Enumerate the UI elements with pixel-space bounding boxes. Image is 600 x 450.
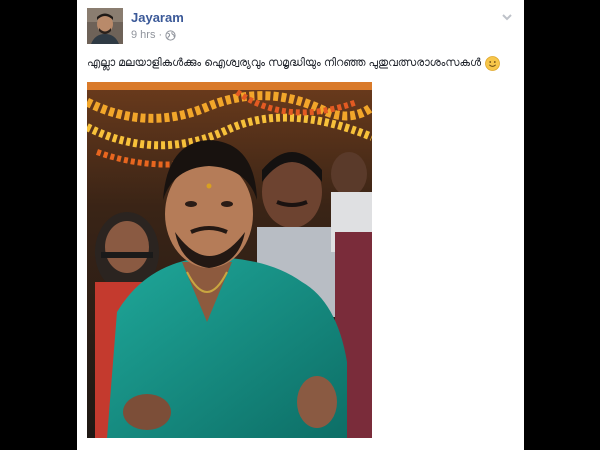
- globe-icon[interactable]: [165, 29, 176, 41]
- post-message: എല്ലാ മലയാളികൾക്കും ഐശ്വര്യവും സമൃദ്ധിയു…: [87, 57, 481, 69]
- meta-separator: ·: [158, 29, 163, 41]
- author-name-link[interactable]: Jayaram: [131, 10, 184, 25]
- post-photo[interactable]: [87, 82, 372, 438]
- post-meta: 9 hrs ·: [131, 29, 176, 41]
- post-header: Jayaram 9 hrs ·: [87, 8, 514, 48]
- post-card: Jayaram 9 hrs · എല്ലാ മലയാളികൾക്കും ഐശ്വ…: [77, 0, 524, 450]
- post-timestamp[interactable]: 9 hrs: [131, 29, 155, 41]
- chevron-down-icon[interactable]: [500, 10, 514, 24]
- post-text: എല്ലാ മലയാളികൾക്കും ഐശ്വര്യവും സമൃദ്ധിയു…: [87, 56, 507, 71]
- smile-emoji-icon: [485, 56, 500, 71]
- avatar[interactable]: [87, 8, 123, 44]
